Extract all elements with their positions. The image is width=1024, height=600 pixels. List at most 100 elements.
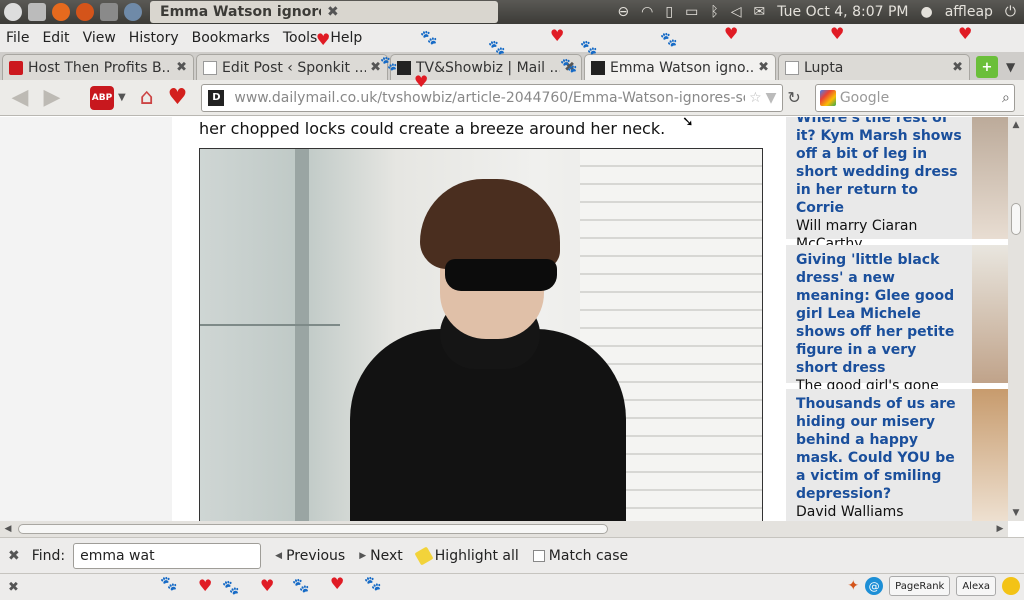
menu-tools[interactable]: Tools [283, 30, 318, 46]
find-previous-button[interactable]: ◀ Previous [275, 548, 345, 564]
user-name[interactable]: affleap [945, 4, 993, 20]
horizontal-scroll-thumb[interactable] [18, 524, 608, 534]
tab-1-label: Host Then Profits B... [28, 59, 173, 76]
tab-4-active[interactable]: Emma Watson igno... ✖ [584, 54, 776, 80]
history-dropdown-icon[interactable]: ▼ [766, 90, 777, 106]
story-card[interactable]: Where's the rest of it? Kym Marsh shows … [786, 117, 1008, 252]
firefox-icon-2[interactable] [74, 1, 96, 23]
match-case-label: Match case [548, 547, 629, 564]
menu-view[interactable]: View [83, 30, 116, 46]
tab-3-label: TV&Showbiz | Mail ... [416, 59, 561, 76]
ubuntu-logo-icon[interactable] [2, 1, 24, 23]
article-text: her chopped locks could create a breeze … [199, 119, 666, 138]
scroll-right-arrow-icon[interactable]: ▶ [992, 521, 1008, 537]
new-tab-button[interactable]: + [976, 56, 998, 78]
system-tool-icon[interactable] [98, 1, 120, 23]
checkbox-icon [532, 549, 545, 562]
photo-figure-hair [420, 179, 560, 269]
close-find-bar-icon[interactable]: ✖ [8, 548, 20, 564]
user-icon[interactable]: ● [921, 4, 933, 20]
photo-sunglasses [445, 259, 557, 291]
menu-edit[interactable]: Edit [42, 30, 69, 46]
power-icon[interactable]: ⏻ [1005, 4, 1016, 20]
photo-wall-stripe [295, 149, 309, 521]
battery-icon[interactable]: ▭ [685, 4, 698, 20]
wifi-icon[interactable]: ◠ [641, 4, 653, 20]
back-button[interactable]: ◀ [6, 84, 34, 112]
story-thumbnail[interactable] [972, 117, 1008, 239]
home-icon[interactable]: ⌂ [140, 85, 154, 110]
match-case-checkbox[interactable]: Match case [532, 547, 629, 564]
reload-icon[interactable]: ↻ [787, 88, 800, 107]
search-icon[interactable]: ⌕ [1002, 90, 1010, 106]
search-placeholder: Google [839, 89, 890, 106]
network-icon[interactable] [122, 1, 144, 23]
close-tab-icon[interactable]: ✖ [564, 60, 575, 75]
menu-history[interactable]: History [129, 30, 179, 46]
dailymail-icon [591, 60, 605, 75]
menu-file[interactable]: File [6, 30, 29, 46]
volume-icon[interactable]: ◁ [731, 4, 742, 20]
active-window-title[interactable]: Emma Watson ignores soaring temperat... … [150, 1, 498, 23]
clock[interactable]: Tue Oct 4, 8:07 PM [777, 4, 908, 20]
tab-3[interactable]: TV&Showbiz | Mail ... ✖ [390, 54, 582, 80]
tab-list-arrow-icon[interactable]: ▼ [1006, 60, 1015, 74]
story-thumbnail[interactable] [972, 245, 1008, 383]
find-previous-label: Previous [286, 547, 346, 564]
mail-icon[interactable]: ✉ [754, 4, 766, 20]
youtube-icon [9, 60, 23, 75]
url-bar[interactable]: D www.dailymail.co.uk /tvshowbiz/article… [201, 83, 784, 112]
vertical-scrollbar[interactable]: ▲ ▼ [1008, 117, 1024, 521]
close-tab-icon[interactable]: ✖ [176, 60, 187, 75]
adblock-menu-arrow-icon[interactable]: ▼ [118, 92, 126, 103]
record-icon[interactable]: ⊖ [617, 4, 629, 20]
tab-5[interactable]: Lupta ✖ [778, 54, 970, 80]
story-headline[interactable]: Giving 'little black dress' a new meanin… [796, 252, 954, 376]
text-editor-icon[interactable] [26, 1, 48, 23]
site-identity-icon[interactable]: D [208, 89, 225, 106]
page-icon [203, 60, 217, 75]
story-headline[interactable]: Where's the rest of it? Kym Marsh shows … [796, 117, 962, 216]
forward-button[interactable]: ▶ [38, 84, 66, 112]
story-card[interactable]: Thousands of us are hiding our misery be… [786, 389, 1008, 521]
tab-2-label: Edit Post ‹ Sponkit ... [222, 59, 367, 76]
bookmark-star-icon[interactable]: ☆ [749, 90, 762, 106]
heart-bookmark-icon[interactable]: ♥ [168, 85, 188, 110]
tab-1[interactable]: Host Then Profits B... ✖ [2, 54, 194, 80]
dailymail-icon [397, 60, 411, 75]
close-tab-icon[interactable]: ✖ [758, 60, 769, 75]
scroll-left-arrow-icon[interactable]: ◀ [0, 521, 16, 537]
search-box[interactable]: Google ⌕ [814, 83, 1015, 112]
story-card[interactable]: Giving 'little black dress' a new meanin… [786, 245, 1008, 412]
menu-bookmarks[interactable]: Bookmarks [192, 30, 270, 46]
find-input[interactable] [73, 542, 262, 569]
close-tab-icon[interactable]: ✖ [370, 60, 381, 75]
scroll-down-arrow-icon[interactable]: ▼ [1008, 505, 1024, 521]
sun-addon-icon[interactable] [1002, 577, 1020, 595]
highlight-all-button[interactable]: Highlight all [414, 545, 519, 566]
story-thumbnail[interactable] [972, 389, 1008, 521]
story-headline[interactable]: Thousands of us are hiding our misery be… [796, 396, 956, 502]
phone-icon[interactable]: ▯ [665, 4, 673, 20]
google-icon[interactable] [819, 89, 836, 106]
close-window-icon[interactable]: ✖ [327, 4, 488, 20]
globe-addon-icon[interactable]: @ [865, 577, 884, 595]
close-addon-bar-icon[interactable]: ✖ [8, 580, 19, 595]
tab-2[interactable]: Edit Post ‹ Sponkit ... ✖ [196, 54, 388, 80]
find-label: Find: [31, 547, 66, 564]
bluetooth-icon[interactable]: ᛒ [710, 4, 718, 20]
url-path: /tvshowbiz/article-2044760/Emma-Watson-i… [377, 89, 746, 106]
pagerank-widget[interactable]: PageRank [889, 576, 951, 596]
vertical-scroll-thumb[interactable] [1011, 203, 1021, 235]
alexa-widget[interactable]: Alexa [956, 576, 996, 596]
find-next-button[interactable]: ▶ Next [359, 548, 403, 564]
menu-help[interactable]: Help [330, 30, 362, 46]
scroll-up-arrow-icon[interactable]: ▲ [1008, 117, 1024, 133]
horizontal-scrollbar[interactable]: ◀ ▶ [0, 521, 1008, 537]
find-next-label: Next [370, 547, 403, 564]
adblock-plus-button[interactable]: ABP [90, 85, 114, 110]
close-tab-icon[interactable]: ✖ [952, 60, 963, 75]
fox-addon-icon[interactable]: ✦ [847, 578, 859, 594]
article-photo[interactable] [199, 148, 763, 521]
firefox-icon[interactable] [50, 1, 72, 23]
